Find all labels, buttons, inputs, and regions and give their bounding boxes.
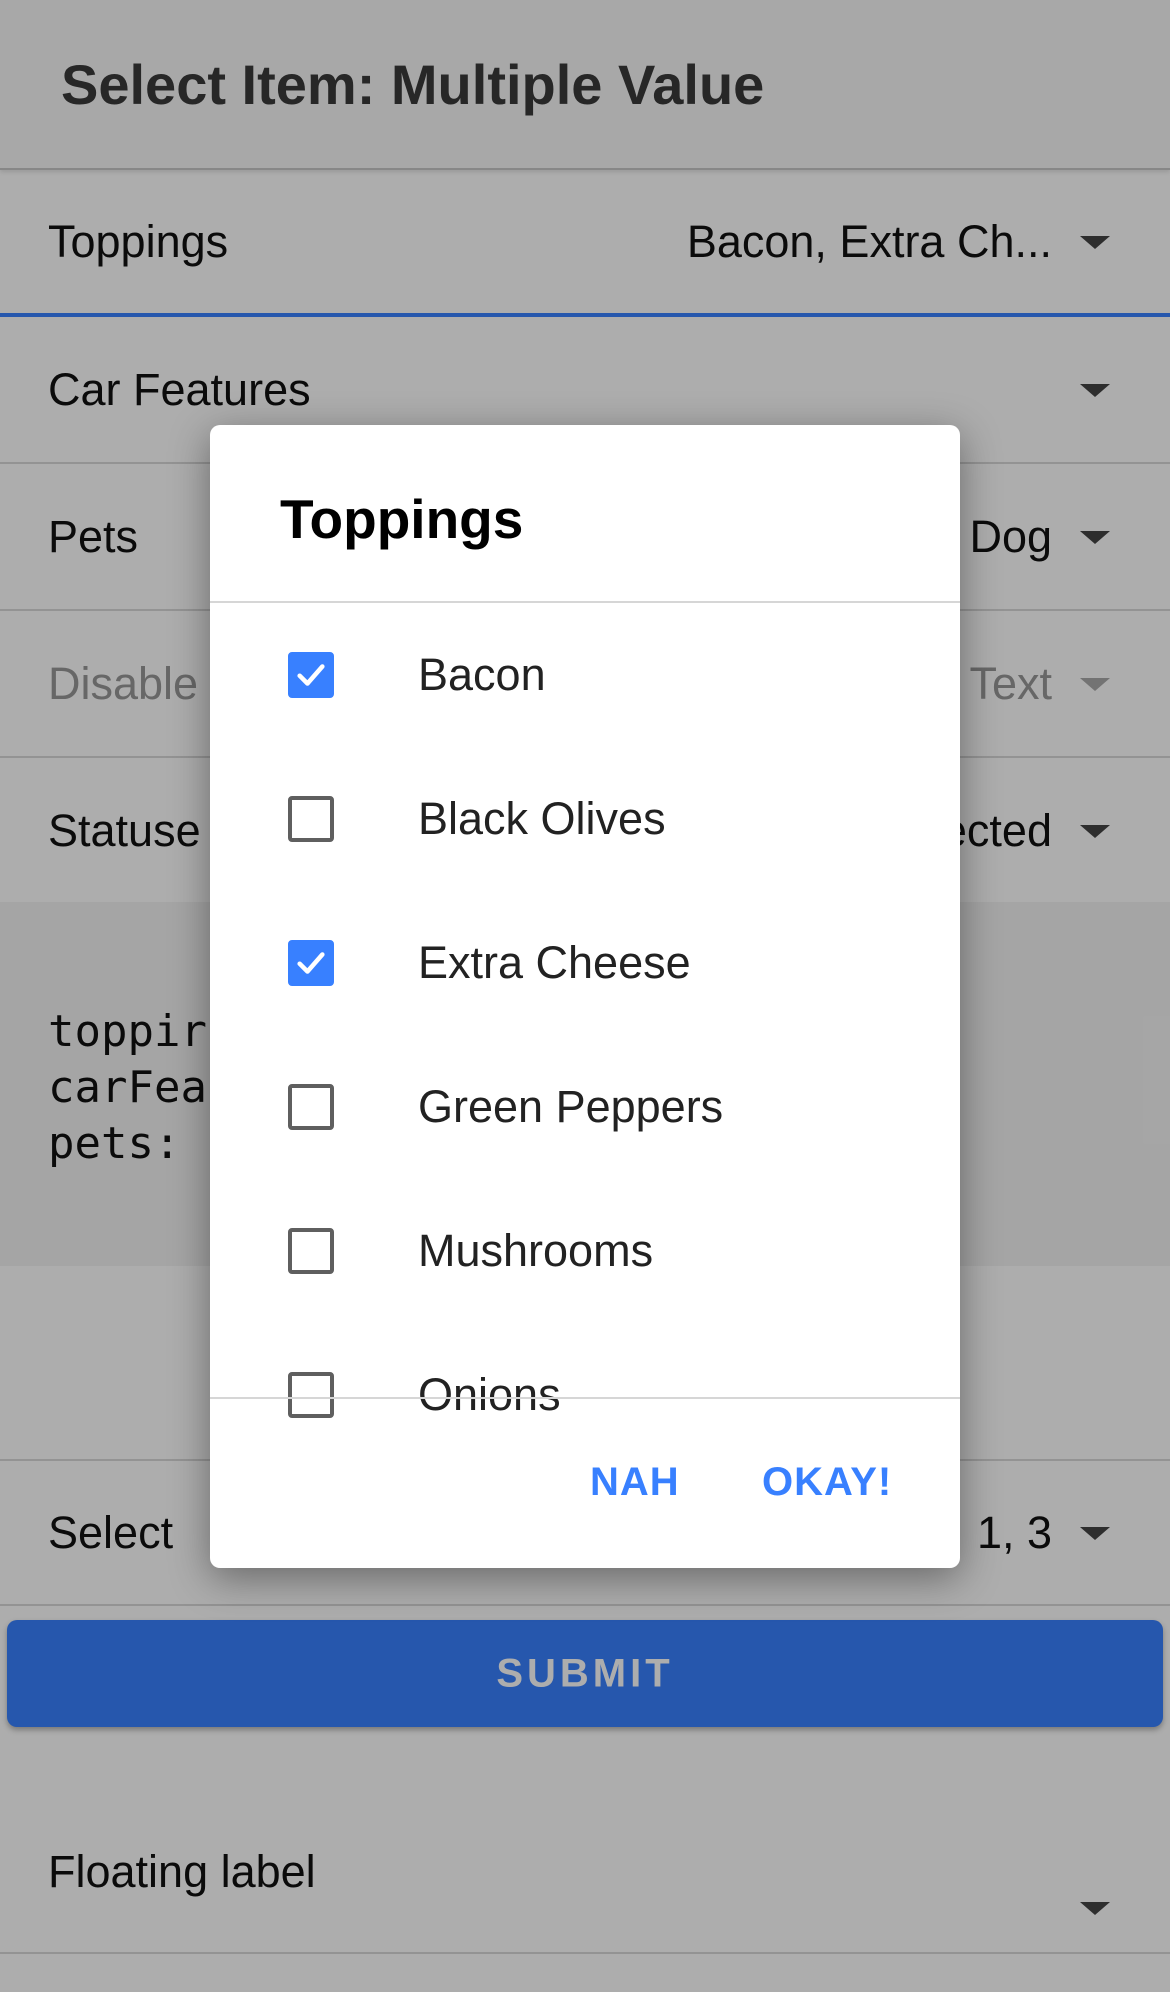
option-green-peppers[interactable]: Green Peppers [210,1035,960,1179]
option-mushrooms[interactable]: Mushrooms [210,1179,960,1323]
checkbox-unchecked[interactable] [288,1228,334,1274]
option-label: Bacon [418,649,546,700]
option-label: Black Olives [418,793,666,844]
checkmark-icon [297,664,325,686]
ok-button[interactable]: OKAY! [762,1460,892,1505]
option-extra-cheese[interactable]: Extra Cheese [210,891,960,1035]
dialog-title: Toppings [280,488,524,550]
option-label: Green Peppers [418,1081,724,1132]
option-black-olives[interactable]: Black Olives [210,747,960,891]
checkmark-icon [297,952,325,974]
option-bacon[interactable]: Bacon [210,603,960,747]
cancel-button[interactable]: NAH [590,1460,680,1505]
options-list: Bacon Black Olives Extra Cheese Green Pe… [210,603,960,1423]
option-label: Extra Cheese [418,937,691,988]
checkbox-checked[interactable] [288,940,334,986]
checkbox-unchecked[interactable] [288,1084,334,1130]
option-onions[interactable]: Onions [210,1323,960,1423]
checkbox-checked[interactable] [288,652,334,698]
divider [210,1397,960,1399]
toppings-dialog: Toppings Bacon Black Olives Extra Cheese… [210,425,960,1568]
checkbox-unchecked[interactable] [288,796,334,842]
option-label: Mushrooms [418,1225,654,1276]
option-label: Onions [418,1369,561,1420]
checkbox-unchecked[interactable] [288,1372,334,1418]
